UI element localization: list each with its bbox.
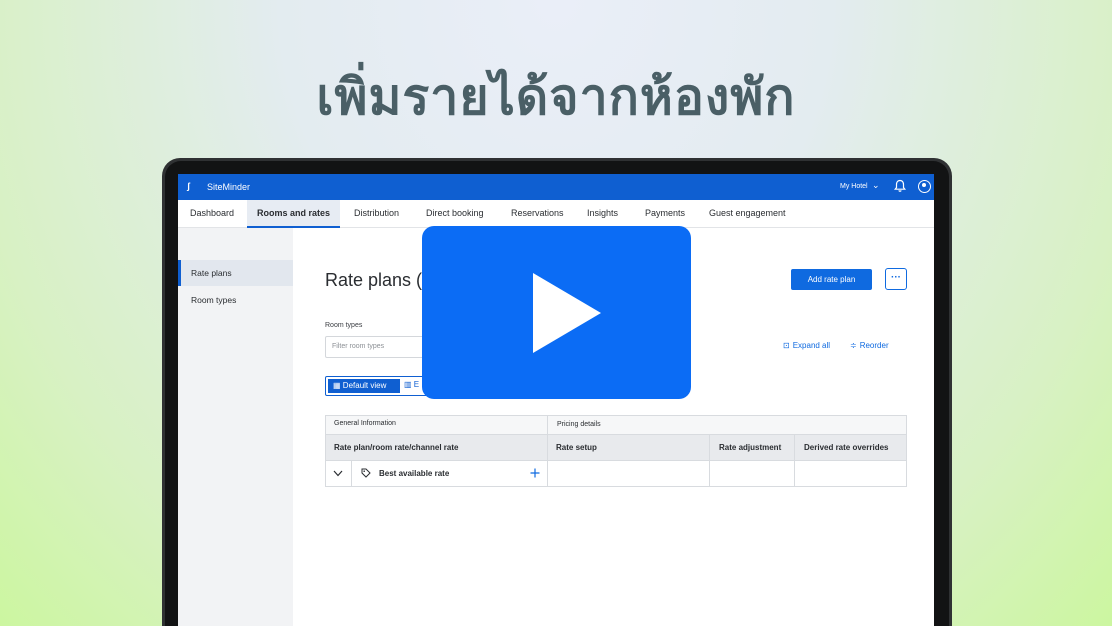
siteminder-logo-icon[interactable]: ʃ: [187, 181, 198, 193]
add-rate-plan-button[interactable]: Add rate plan: [791, 269, 872, 290]
hotel-selector[interactable]: My Hotel: [840, 183, 868, 190]
tab-payments[interactable]: Payments: [635, 200, 695, 228]
grid-icon: ▦: [333, 381, 341, 390]
chevron-down-icon[interactable]: [333, 470, 343, 477]
bell-icon[interactable]: [894, 179, 906, 193]
more-options-button[interactable]: ···: [885, 268, 907, 290]
headline: เพิ่มรายได้จากห้องพัก: [316, 68, 796, 126]
alternate-view-label: E: [413, 380, 420, 389]
column-derived-rate-overrides: Derived rate overrides: [804, 443, 889, 452]
columns-icon: ▥: [404, 380, 412, 389]
tab-direct-booking[interactable]: Direct booking: [416, 200, 494, 228]
tab-reservations[interactable]: Reservations: [501, 200, 574, 228]
sidebar-item-rate-plans[interactable]: Rate plans: [178, 260, 293, 286]
column-rate-plan: Rate plan/room rate/channel rate: [334, 443, 459, 452]
sidebar-item-room-types[interactable]: Room types: [178, 287, 293, 313]
tab-guest-engagement[interactable]: Guest engagement: [699, 200, 796, 228]
tab-distribution[interactable]: Distribution: [344, 200, 409, 228]
play-icon: [533, 273, 601, 353]
tab-insights[interactable]: Insights: [577, 200, 628, 228]
room-types-filter-input[interactable]: Filter room types: [325, 336, 435, 358]
reorder-icon: ≑: [850, 341, 857, 350]
page-title: Rate plans (: [325, 270, 423, 290]
alternate-view-button[interactable]: ▥ E: [404, 380, 419, 389]
rate-plans-table: General Information Pricing details Rate…: [325, 415, 907, 487]
reorder-label: Reorder: [859, 341, 889, 350]
default-view-label: Default view: [342, 381, 387, 390]
reorder-link[interactable]: ≑ Reorder: [850, 341, 889, 350]
room-types-filter-label: Room types: [325, 322, 363, 329]
expand-all-label: Expand all: [792, 341, 831, 350]
sidebar: Rate plans Room types: [178, 228, 293, 626]
expand-all-link[interactable]: ⊡ Expand all: [783, 341, 830, 350]
tab-rooms-and-rates[interactable]: Rooms and rates: [247, 200, 341, 228]
rate-plan-name: Best available rate: [379, 469, 450, 478]
column-rate-adjustment: Rate adjustment: [719, 443, 782, 452]
brand-name: SiteMinder: [207, 182, 251, 192]
tab-dashboard[interactable]: Dashboard: [180, 200, 244, 228]
top-bar: ʃ SiteMinder My Hotel ⌄: [178, 174, 934, 200]
main-nav: Dashboard Rooms and rates Distribution D…: [178, 200, 934, 228]
column-rate-setup: Rate setup: [556, 443, 597, 452]
video-play-button[interactable]: [422, 226, 691, 399]
user-account-icon[interactable]: [918, 180, 931, 193]
expand-icon: ⊡: [783, 341, 790, 350]
plus-icon[interactable]: [530, 468, 540, 478]
tag-icon: [361, 468, 371, 478]
table-row[interactable]: Best available rate: [326, 461, 906, 487]
group-general-information: General Information: [334, 420, 396, 427]
default-view-button[interactable]: ▦ Default view: [328, 379, 400, 393]
view-toggle: ▦ Default view ▥ E: [325, 376, 435, 396]
group-pricing-details: Pricing details: [557, 421, 601, 428]
table-group-row: [326, 416, 906, 434]
chevron-down-icon[interactable]: ⌄: [872, 180, 880, 191]
